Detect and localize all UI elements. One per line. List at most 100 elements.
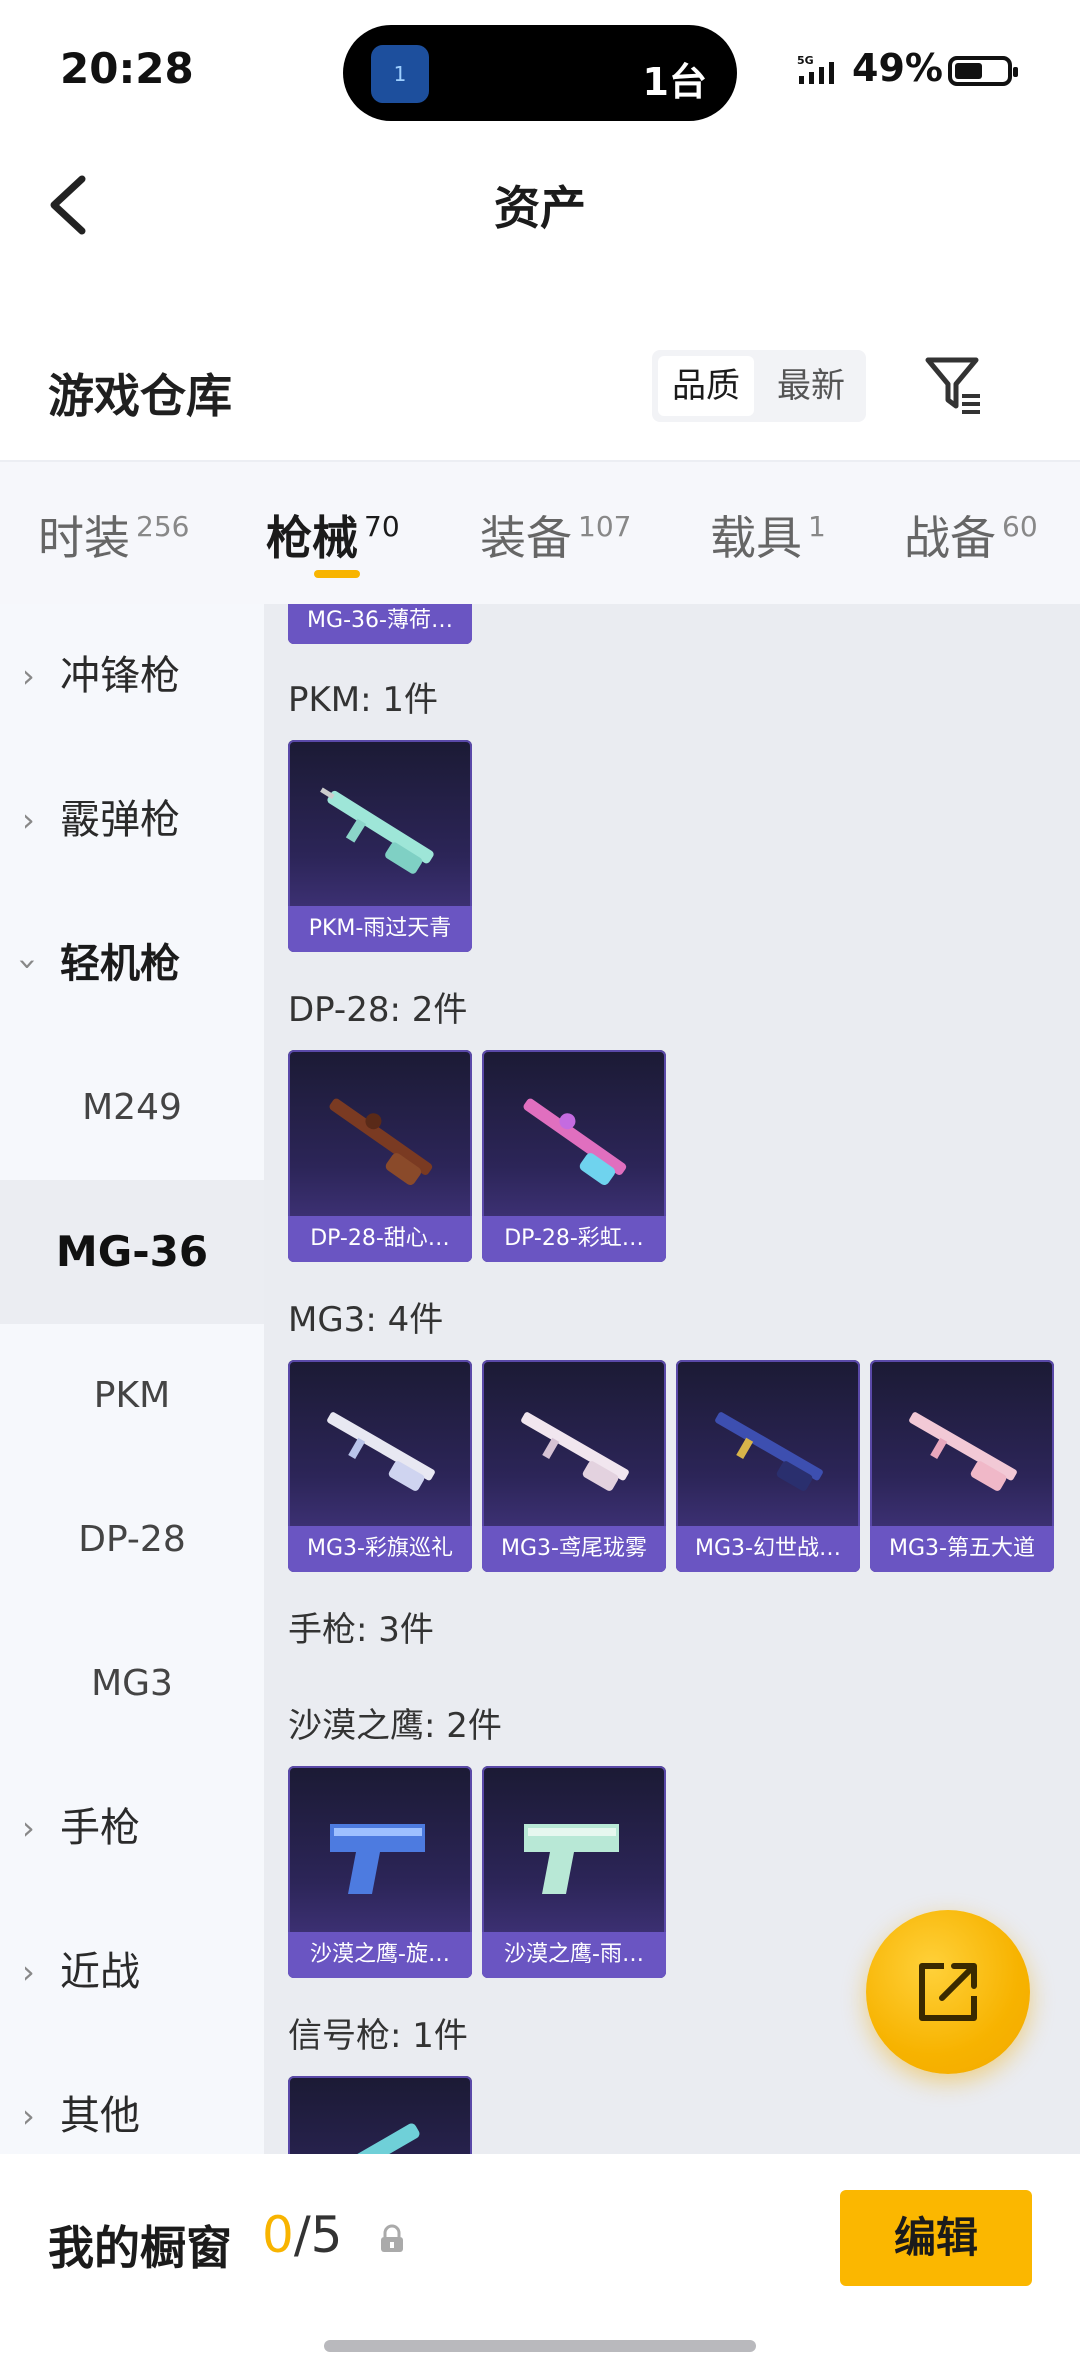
- chevron-right-icon: ›: [22, 801, 35, 839]
- showcase-label: 我的橱窗: [48, 2221, 232, 2275]
- tab-supplies[interactable]: 战备 60: [904, 502, 1038, 568]
- gun-thumbnail-icon: [909, 1412, 1017, 1491]
- gun-thumbnail-icon: [521, 1412, 629, 1491]
- section-title: DP-28: 2件: [288, 990, 468, 1030]
- chevron-right-icon: ›: [22, 1809, 35, 1847]
- item-card-name: MG3-彩旗巡礼: [288, 1526, 472, 1572]
- item-card-name: MG-36-薄荷…: [288, 604, 472, 644]
- item-card[interactable]: MG3-第五大道: [870, 1360, 1054, 1572]
- status-time: 20:28: [60, 44, 194, 93]
- share-external-icon: [919, 1963, 977, 2021]
- lock-icon: [378, 2224, 406, 2258]
- category-sidebar: › 冲锋枪 › 霰弹枪 › 轻机枪 M249 MG-36 PKM DP-28 M…: [0, 604, 264, 2154]
- item-card[interactable]: PKM-雨过天青: [288, 740, 472, 952]
- tab-label: 时装: [38, 511, 130, 565]
- sidebar-item-smg[interactable]: › 冲锋枪: [0, 604, 264, 748]
- item-card-name: MG3-第五大道: [870, 1526, 1054, 1572]
- gun-thumbnail-icon: [330, 1824, 425, 1894]
- showcase-count: 0/5: [262, 2206, 342, 2264]
- sidebar-sub-dp28[interactable]: DP-28: [0, 1468, 264, 1612]
- item-card[interactable]: 沙漠之鹰-雨…: [482, 1766, 666, 1978]
- sidebar-item-shotgun[interactable]: › 霰弹枪: [0, 748, 264, 892]
- section-title: 手枪: 3件: [288, 1610, 434, 1650]
- item-card[interactable]: 沙漠之鹰-旋…: [288, 1766, 472, 1978]
- showcase-count-total: /5: [293, 2206, 343, 2264]
- sidebar-item-label: 手枪: [60, 1805, 140, 1851]
- dynamic-island[interactable]: 1 1台: [343, 25, 737, 121]
- gun-thumbnail-icon: [327, 1412, 435, 1491]
- gun-thumbnail-icon: [328, 2123, 420, 2154]
- warehouse-title: 游戏仓库: [48, 369, 232, 423]
- island-icon-text: 1: [393, 62, 407, 86]
- item-card[interactable]: MG-36-薄荷…: [288, 604, 472, 644]
- edit-button[interactable]: 编辑: [840, 2190, 1032, 2286]
- sidebar-item-label: 冲锋枪: [60, 653, 180, 699]
- gun-thumbnail-icon: [329, 1098, 433, 1186]
- sidebar-item-pistol[interactable]: › 手枪: [0, 1756, 264, 1900]
- sort-latest-button[interactable]: 最新: [762, 356, 860, 416]
- item-card-name: DP-28-甜心…: [288, 1216, 472, 1262]
- showcase-count-current: 0: [262, 2206, 294, 2264]
- tab-count: 107: [578, 510, 632, 543]
- share-button[interactable]: [866, 1910, 1030, 2074]
- item-card[interactable]: DP-28-彩虹…: [482, 1050, 666, 1262]
- tab-label: 枪械: [266, 511, 358, 565]
- item-card-name: PKM-雨过天青: [288, 906, 472, 952]
- section-title: 信号枪: 1件: [288, 2016, 468, 2056]
- item-card[interactable]: [288, 2076, 472, 2154]
- section-title: PKM: 1件: [288, 680, 439, 720]
- item-card-name: MG3-幻世战…: [676, 1526, 860, 1572]
- item-card[interactable]: MG3-幻世战…: [676, 1360, 860, 1572]
- tab-label: 载具: [710, 511, 802, 565]
- tab-vehicles[interactable]: 载具 1: [710, 502, 826, 568]
- signal-icon: 5G: [797, 54, 845, 92]
- sidebar-sub-m249[interactable]: M249: [0, 1036, 264, 1180]
- battery-percent: 49%: [852, 46, 943, 90]
- gun-thumbnail-icon: [524, 1824, 619, 1894]
- item-card-name: MG3-鸢尾珑雾: [482, 1526, 666, 1572]
- sidebar-sub-mg36[interactable]: MG-36: [0, 1180, 264, 1324]
- sidebar-sub-mg3[interactable]: MG3: [0, 1612, 264, 1756]
- active-tab-indicator: [314, 570, 360, 578]
- network-label: 5G: [797, 54, 814, 67]
- tab-count: 1: [808, 510, 826, 543]
- item-card[interactable]: DP-28-甜心…: [288, 1050, 472, 1262]
- sidebar-item-label: 轻机枪: [60, 941, 180, 987]
- gun-thumbnail-icon: [523, 1098, 627, 1186]
- item-card-name: 沙漠之鹰-雨…: [482, 1932, 666, 1978]
- home-indicator[interactable]: [324, 2340, 756, 2352]
- tab-fashion[interactable]: 时装 256: [38, 502, 189, 568]
- item-card[interactable]: MG3-鸢尾珑雾: [482, 1360, 666, 1572]
- chevron-right-icon: ›: [22, 657, 35, 695]
- gun-thumbnail-icon: [320, 787, 434, 874]
- item-card-name: 沙漠之鹰-旋…: [288, 1932, 472, 1978]
- tab-count: 70: [364, 510, 400, 543]
- tab-equipment[interactable]: 装备 107: [480, 502, 631, 568]
- tab-count: 256: [136, 510, 190, 543]
- tab-guns[interactable]: 枪械 70: [266, 502, 400, 568]
- sidebar-item-label: 霰弹枪: [60, 797, 180, 843]
- chevron-right-icon: ›: [22, 1953, 35, 1991]
- battery-icon: [948, 56, 1018, 86]
- sidebar-item-lmg[interactable]: › 轻机枪: [0, 892, 264, 1036]
- filter-button[interactable]: [924, 354, 984, 418]
- sidebar-item-melee[interactable]: › 近战: [0, 1900, 264, 2044]
- tab-label: 装备: [480, 511, 572, 565]
- status-bar: 20:28 1 1台 5G 49%: [0, 0, 1080, 130]
- category-tabs: 时装 256 枪械 70 装备 107 载具 1 战备 60: [0, 460, 1080, 606]
- item-card-name: DP-28-彩虹…: [482, 1216, 666, 1262]
- gun-thumbnail-icon: [715, 1412, 823, 1491]
- island-text: 1台: [642, 60, 707, 104]
- hotspot-icon: 1: [371, 45, 429, 103]
- sort-toggle: 品质 最新: [652, 350, 866, 422]
- sidebar-sub-pkm[interactable]: PKM: [0, 1324, 264, 1468]
- sort-quality-button[interactable]: 品质: [658, 356, 754, 416]
- filter-icon: [925, 357, 980, 414]
- section-title: 沙漠之鹰: 2件: [288, 1706, 502, 1746]
- tab-count: 60: [1002, 510, 1038, 543]
- page-title: 资产: [494, 181, 586, 235]
- section-title: MG3: 4件: [288, 1300, 444, 1340]
- tab-label: 战备: [904, 511, 996, 565]
- sidebar-item-label: 近战: [60, 1949, 140, 1995]
- item-card[interactable]: MG3-彩旗巡礼: [288, 1360, 472, 1572]
